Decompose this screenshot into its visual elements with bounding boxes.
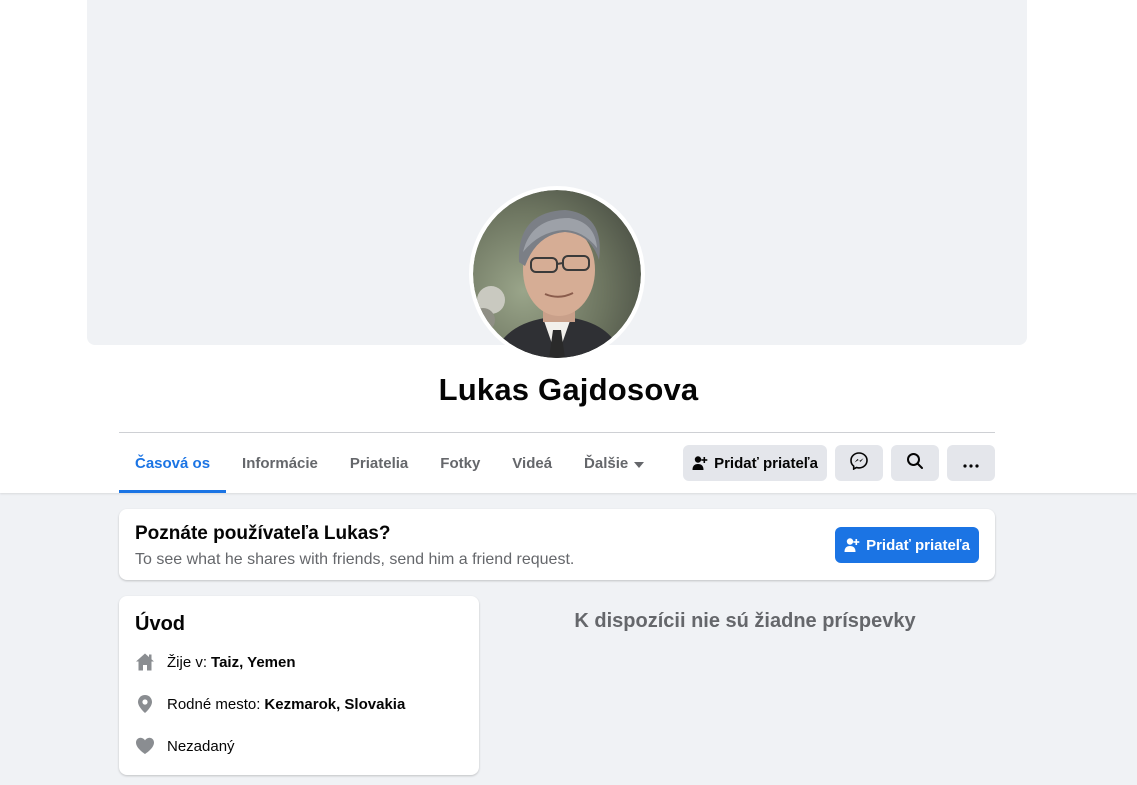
tab-friends-label: Priatelia: [349, 455, 409, 472]
tab-photos[interactable]: Fotky: [424, 434, 496, 493]
relationship-status: Nezadaný: [167, 737, 235, 755]
add-friend-icon: [844, 537, 860, 553]
profile-tabs: Časová os Informácie Priatelia Fotky Vid…: [119, 434, 660, 493]
add-friend-label: Pridať priateľa: [714, 454, 818, 472]
add-friend-primary-label: Pridať priateľa: [866, 536, 970, 554]
caret-down-icon: [634, 461, 645, 468]
intro-hometown: Rodné mesto: Kezmarok, Slovakia: [135, 692, 405, 716]
tab-more-label: Ďalšie: [584, 455, 629, 472]
add-friend-button[interactable]: Pridať priateľa: [683, 445, 827, 481]
home-icon: [135, 652, 155, 672]
tab-photos-label: Fotky: [440, 455, 481, 472]
hometown-value[interactable]: Kezmarok, Slovakia: [264, 696, 405, 713]
more-options-button[interactable]: [947, 445, 995, 481]
tab-about[interactable]: Informácie: [226, 434, 334, 493]
tab-timeline[interactable]: Časová os: [119, 434, 227, 493]
hometown-label: Rodné mesto:: [167, 695, 261, 713]
tab-friends[interactable]: Priatelia: [334, 434, 424, 493]
profile-photo: [473, 190, 641, 358]
add-friend-primary-button[interactable]: Pridať priateľa: [835, 527, 979, 563]
intro-lives-in: Žije v: Taiz, Yemen: [135, 650, 296, 674]
friend-request-subtitle: To see what he shares with friends, send…: [135, 551, 575, 568]
profile-name: Lukas Gajdosova: [438, 372, 699, 407]
lives-in-label: Žije v:: [167, 653, 208, 671]
header-divider: [119, 432, 995, 433]
intro-card: Úvod Žije v: Taiz, Yemen Rodné mesto: Ke…: [119, 596, 479, 775]
profile-header: Lukas Gajdosova Časová os Informácie Pri…: [0, 0, 1137, 493]
tab-videos-label: Videá: [512, 455, 553, 472]
profile-picture[interactable]: [469, 186, 645, 362]
messenger-icon: [850, 452, 868, 474]
location-pin-icon: [135, 694, 155, 714]
heart-icon: [135, 736, 155, 756]
friend-request-title: Poznáte používateľa Lukas?: [135, 523, 391, 544]
search-button[interactable]: [891, 445, 939, 481]
friend-request-card: Poznáte používateľa Lukas? To see what h…: [119, 509, 995, 580]
tab-timeline-label: Časová os: [135, 455, 211, 472]
messenger-button[interactable]: [835, 445, 883, 481]
more-icon: [963, 455, 979, 472]
tab-about-label: Informácie: [242, 455, 318, 472]
lives-in-value[interactable]: Taiz, Yemen: [211, 654, 296, 671]
tab-videos[interactable]: Videá: [496, 434, 568, 493]
add-friend-icon: [692, 455, 708, 471]
intro-title: Úvod: [135, 613, 185, 635]
search-icon: [906, 452, 924, 474]
intro-relationship: Nezadaný: [135, 734, 235, 758]
tab-more[interactable]: Ďalšie: [568, 434, 660, 493]
no-posts-message: K dispozícii nie sú žiadne príspevky: [574, 610, 916, 632]
